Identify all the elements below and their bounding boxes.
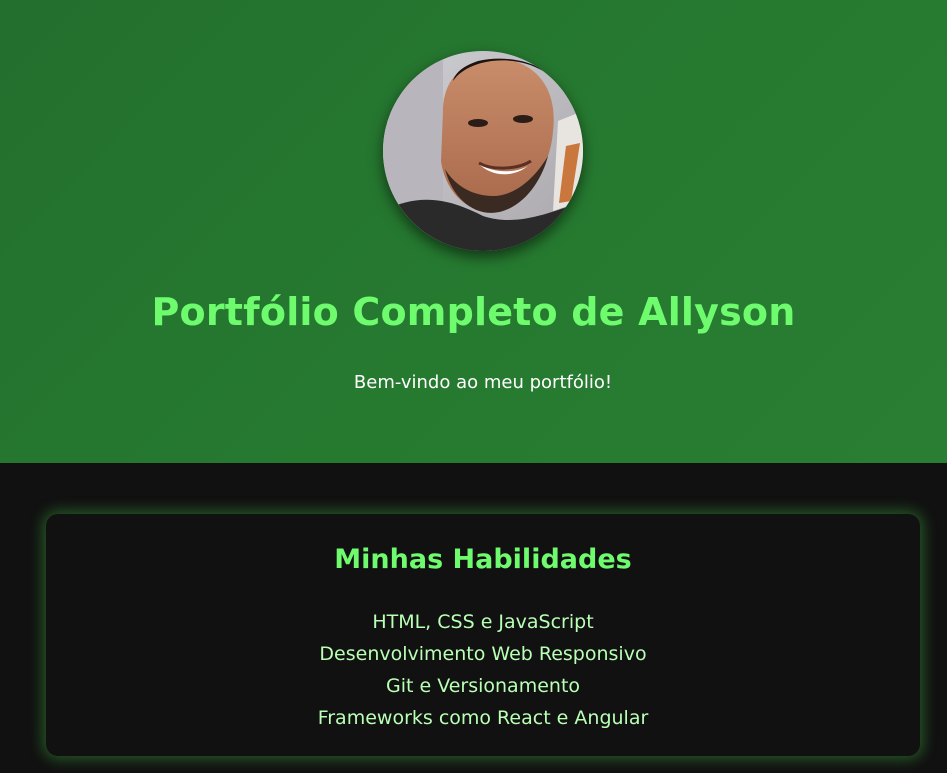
profile-photo <box>383 51 583 251</box>
skill-item: Frameworks como React e Angular <box>317 707 649 729</box>
skill-item: Git e Versionamento <box>385 675 581 697</box>
skill-item: HTML, CSS e JavaScript <box>372 611 594 633</box>
skills-card: Minhas Habilidades HTML, CSS e JavaScrip… <box>46 514 920 756</box>
skills-list: HTML, CSS e JavaScript Desenvolvimento W… <box>46 606 920 734</box>
skill-item: Desenvolvimento Web Responsivo <box>319 643 647 665</box>
hero-header: Portfólio Completo de Allyson Bem-vindo … <box>0 0 947 463</box>
page-title: Portfólio Completo de Allyson <box>151 290 796 334</box>
welcome-subtitle: Bem-vindo ao meu portfólio! <box>353 372 613 393</box>
profile-avatar <box>383 51 583 251</box>
skills-title: Minhas Habilidades <box>334 544 632 575</box>
